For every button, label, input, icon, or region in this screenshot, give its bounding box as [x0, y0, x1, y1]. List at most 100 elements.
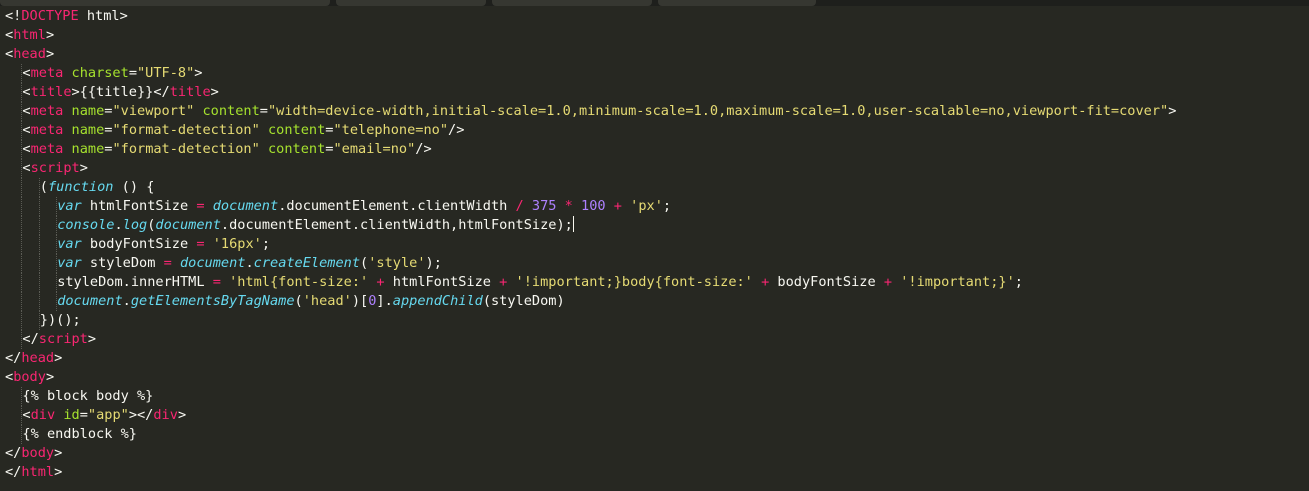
code-token: body [21, 445, 55, 461]
indent-guide [21, 64, 23, 83]
code-token: head [13, 46, 46, 62]
code-line: var htmlFontSize = document.documentElem… [0, 197, 1309, 216]
code-token: > [87, 331, 97, 347]
code-token: content [267, 141, 326, 157]
code-token: > [45, 46, 55, 62]
code-token: charset [71, 65, 129, 81]
code-token: + [376, 274, 385, 290]
code-token: div [153, 407, 178, 423]
code-token: name [71, 122, 105, 138]
indent-guide [56, 292, 58, 311]
code-token: < [5, 369, 14, 385]
code-token: < [22, 160, 31, 176]
code-token: > [54, 350, 63, 366]
code-token: >{{title}}</ [71, 84, 170, 100]
code-token: )[ [351, 293, 369, 309]
indent-guide [21, 406, 23, 425]
code-token: DOCTYPE [21, 8, 79, 24]
tab-1[interactable] [0, 0, 330, 6]
code-token: id [63, 407, 80, 423]
code-token: var [57, 236, 82, 252]
code-token: "telephone=no" [333, 122, 449, 138]
code-token: var [57, 255, 82, 271]
indent-guide [21, 121, 23, 140]
code-token: "viewport" [112, 103, 195, 119]
code-token: meta [30, 65, 64, 81]
code-token: .documentElement.clientWidth,htmlFontSiz… [220, 217, 573, 233]
code-line: var styleDom = document.createElement('s… [0, 254, 1309, 273]
code-token: </ [5, 350, 22, 366]
text-cursor [572, 216, 574, 232]
code-token: < [22, 84, 31, 100]
code-token: content [267, 122, 326, 138]
code-token: ( [360, 255, 369, 271]
code-token: < [22, 407, 31, 423]
code-token: > [79, 160, 88, 176]
code-token: script [38, 331, 88, 347]
code-token: body [13, 369, 46, 385]
code-line: <meta name="format-detection" content="e… [0, 140, 1309, 159]
code-editor[interactable]: <!DOCTYPE html> <html> <head> <meta charset… [0, 7, 1309, 491]
code-token: . [122, 293, 131, 309]
code-token: "email=no" [333, 141, 416, 157]
code-token: < [5, 27, 14, 43]
code-token: /> [448, 122, 465, 138]
code-token: 375 [531, 198, 557, 214]
indent-guide [21, 197, 23, 216]
code-line: </head> [0, 349, 1309, 368]
code-token: + [883, 274, 893, 290]
code-line: </body> [0, 444, 1309, 463]
code-token: function [47, 179, 114, 195]
indent-guide [38, 216, 40, 235]
code-line: styleDom.innerHTML = 'html{font-size:' +… [0, 273, 1309, 292]
tab-2[interactable] [336, 0, 486, 6]
indent-guide [38, 197, 40, 216]
tab-3[interactable] [492, 0, 652, 6]
code-token: ; [1014, 274, 1023, 290]
code-token: <! [5, 8, 22, 24]
code-token: document [155, 217, 221, 233]
code-token: createElement [253, 255, 361, 271]
code-token: {% endblock %} [22, 426, 137, 442]
code-token: script [30, 160, 80, 176]
indent-guide [38, 235, 40, 254]
code-token: 'html{font-size:' [229, 274, 369, 290]
code-token: > [45, 369, 55, 385]
code-token: bodyFontSize [769, 274, 884, 290]
code-token: = [212, 274, 221, 290]
code-token: ; [662, 198, 672, 214]
code-token: * [564, 198, 573, 214]
code-token: < [22, 65, 31, 81]
code-token: "format-detection" [112, 122, 260, 138]
indent-guide [21, 292, 23, 311]
indent-guide [38, 311, 40, 330]
code-line: <head> [0, 45, 1309, 64]
indent-guide [21, 311, 23, 330]
tab-4[interactable] [658, 0, 816, 6]
code-token: > [54, 464, 63, 480]
code-token: ></ [128, 407, 154, 423]
indent-guide [21, 254, 23, 273]
indent-guide [56, 273, 58, 292]
code-token: () { [113, 179, 155, 195]
code-token: title [169, 84, 211, 100]
code-token: name [71, 141, 105, 157]
indent-guide [21, 83, 23, 102]
code-token: getElementsByTagName [130, 293, 295, 309]
code-token: > [177, 407, 187, 423]
code-line: <html> [0, 26, 1309, 45]
code-token: = [196, 198, 205, 214]
code-token: = [79, 407, 88, 423]
tab-bar [0, 0, 1309, 6]
code-token: /> [415, 141, 432, 157]
code-token: > [1168, 103, 1177, 119]
indent-guide [21, 387, 23, 406]
code-token: </ [5, 464, 22, 480]
code-line: })(); [0, 311, 1309, 330]
